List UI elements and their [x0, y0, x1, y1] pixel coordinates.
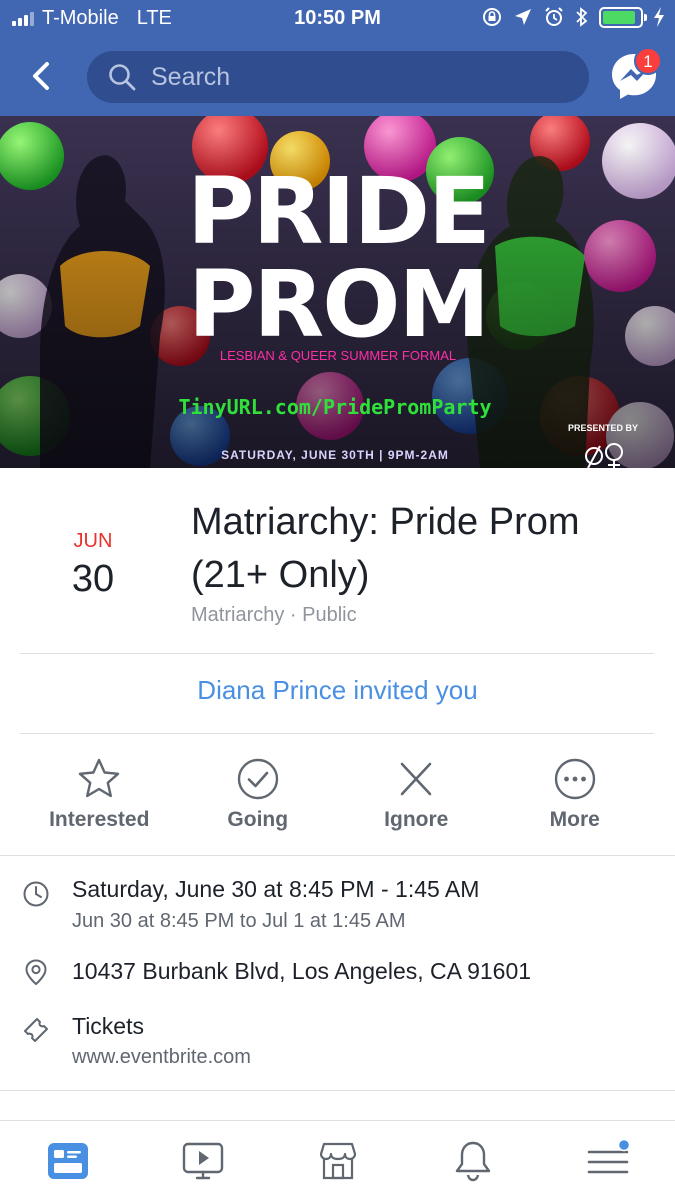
bell-icon [455, 1141, 490, 1181]
separator-dot: · [289, 604, 297, 626]
event-month: JUN [73, 530, 113, 552]
alarm-icon [545, 7, 563, 26]
event-visibility: Public [302, 604, 357, 626]
event-address[interactable]: 10437 Burbank Blvd, Los Angeles, CA 9160… [72, 958, 531, 985]
search-icon [109, 64, 136, 91]
going-label: Going [227, 808, 289, 831]
bluetooth-icon [576, 7, 588, 27]
cover-url: TinyURL.com/PridePromParty [178, 395, 491, 419]
cover-presented-by: PRESENTED BY [568, 423, 638, 433]
search-input[interactable] [151, 62, 551, 92]
divider [20, 733, 654, 734]
event-actions: Interested Going Ignore More [20, 756, 654, 836]
event-time[interactable]: Saturday, June 30 at 8:45 PM - 1:45 AM [72, 876, 479, 903]
search-bar[interactable] [87, 51, 589, 103]
interested-button[interactable]: Interested [20, 756, 179, 836]
location-icon [515, 9, 531, 25]
rotation-lock-icon [483, 8, 501, 26]
messenger-badge: 1 [634, 47, 662, 75]
cover-tagline: LESBIAN & QUEER SUMMER FORMAL [220, 348, 456, 363]
x-icon [400, 762, 432, 796]
event-cover-image[interactable]: PRIDE PROM LESBIAN & QUEER SUMMER FORMAL… [0, 116, 675, 468]
tickets-site[interactable]: www.eventbrite.com [72, 1046, 251, 1069]
menu-icon [587, 1138, 630, 1173]
back-arrow-icon[interactable] [22, 56, 62, 96]
cover-date: SATURDAY, JUNE 30TH | 9PM-2AM [221, 448, 449, 462]
cover-title-line2: PROM [188, 251, 488, 358]
shop-icon [319, 1142, 356, 1179]
divider [0, 1090, 675, 1091]
location-pin-icon [25, 959, 47, 986]
divider [0, 855, 675, 856]
tab-news-feed[interactable] [0, 1121, 135, 1200]
more-label: More [549, 808, 600, 831]
tickets-label[interactable]: Tickets [72, 1013, 144, 1040]
tab-menu[interactable] [540, 1121, 675, 1200]
clock-icon [23, 881, 49, 907]
tab-notifications[interactable] [405, 1121, 540, 1200]
event-host[interactable]: Matriarchy [191, 604, 284, 626]
cover-title-line1: PRIDE [187, 158, 489, 265]
event-time-detail: Jun 30 at 8:45 PM to Jul 1 at 1:45 AM [72, 910, 406, 932]
event-host-line: Matriarchy · Public [191, 604, 357, 627]
check-circle-icon [237, 758, 278, 800]
star-icon [79, 758, 120, 798]
bottom-tab-bar [0, 1120, 675, 1200]
event-day: 30 [71, 558, 115, 600]
ticket-icon [24, 1018, 48, 1042]
news-feed-icon [47, 1142, 88, 1179]
invited-by-link[interactable]: Diana Prince invited you [0, 675, 675, 706]
divider [20, 653, 654, 654]
tab-watch[interactable] [135, 1121, 270, 1200]
ignore-label: Ignore [384, 808, 449, 831]
more-button[interactable]: More [496, 756, 655, 836]
charging-icon [654, 7, 664, 27]
event-title: Matriarchy: Pride Prom (21+ Only) [191, 501, 580, 596]
nav-bar: 1 [0, 38, 675, 116]
video-icon [182, 1142, 223, 1179]
interested-label: Interested [49, 808, 150, 831]
more-icon [554, 758, 595, 800]
ignore-button[interactable]: Ignore [337, 756, 496, 836]
status-bar: T-Mobile LTE 10:50 PM [0, 0, 675, 38]
tab-marketplace[interactable] [270, 1121, 405, 1200]
battery-icon [599, 6, 647, 28]
going-button[interactable]: Going [179, 756, 338, 836]
